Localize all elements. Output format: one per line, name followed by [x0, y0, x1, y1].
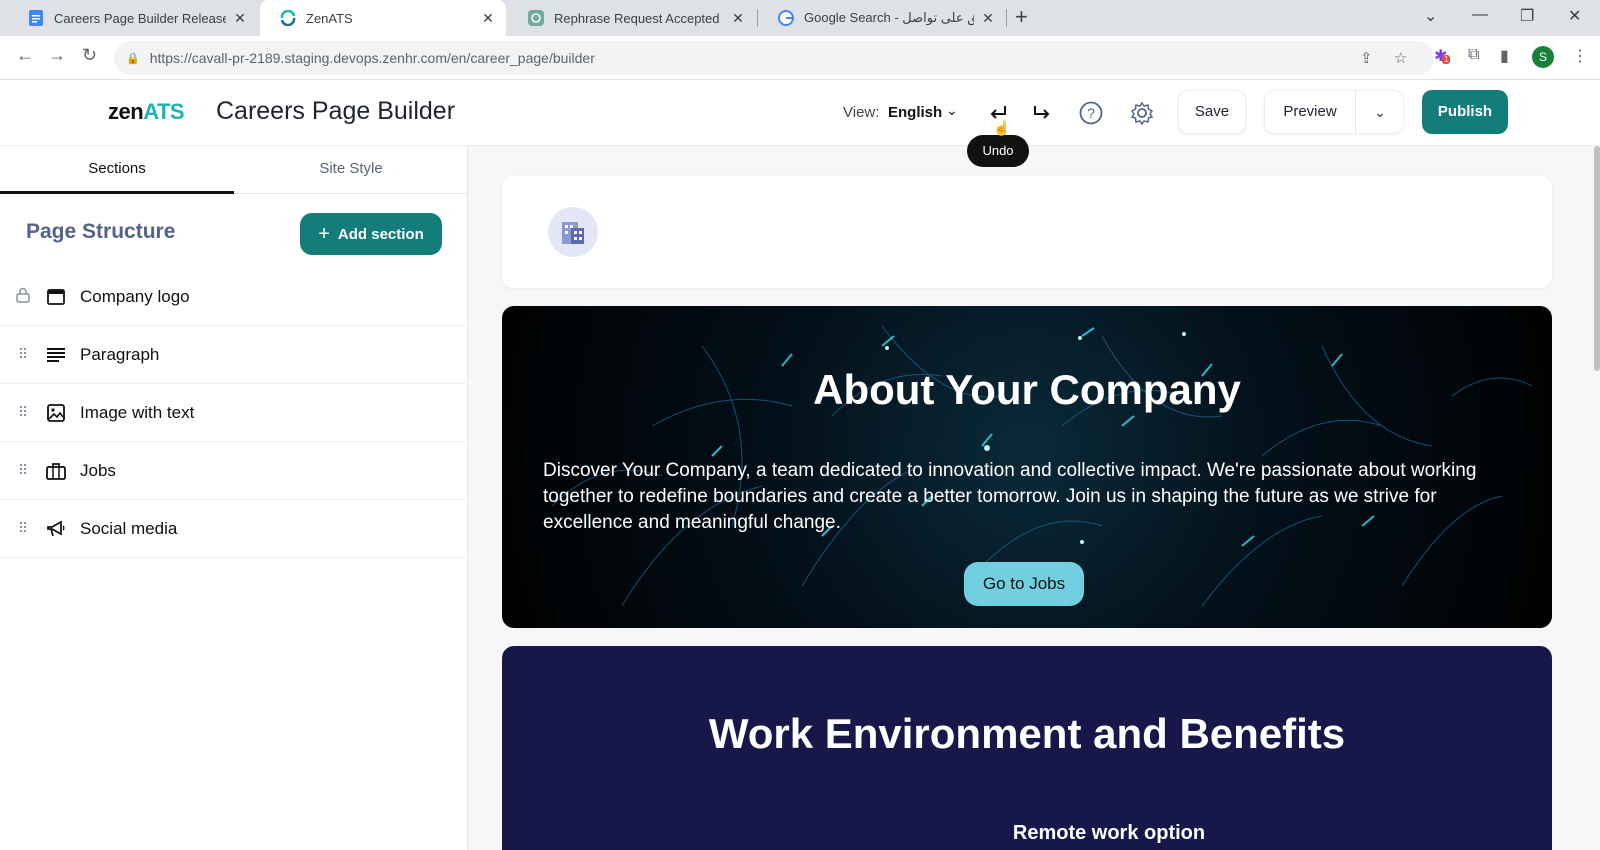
drag-handle-icon[interactable]: ⠿ — [0, 404, 46, 421]
reload-icon[interactable]: ↻ — [82, 45, 97, 66]
tab-separator — [1006, 9, 1007, 27]
go-to-jobs-button[interactable]: Go to Jobs — [964, 562, 1084, 606]
address-bar: ← → ↻ 🔒 https://cavall-pr-2189.staging.d… — [0, 36, 1600, 80]
browser-menu-icon[interactable]: ⋮ — [1572, 46, 1588, 66]
sidebar-tabs: Sections Site Style — [0, 146, 468, 194]
puzzle-extensions-icon[interactable]: ⧉ — [1468, 46, 1479, 64]
extension-icon[interactable]: ✱ 1 — [1434, 46, 1451, 66]
zenats-icon — [280, 10, 296, 26]
tab-google-search[interactable]: Google Search - لتنق على تواصل ✕ — [758, 0, 1006, 36]
canvas-scrollbar[interactable] — [1594, 146, 1600, 371]
browser-window-icon — [46, 287, 66, 307]
page-title: Careers Page Builder — [216, 97, 456, 125]
mouse-cursor-icon: ☝ — [993, 120, 1011, 136]
close-tab-icon[interactable]: ✕ — [730, 10, 746, 27]
megaphone-icon — [46, 519, 66, 539]
briefcase-icon — [46, 461, 66, 481]
about-company-section[interactable]: About Your Company Discover Your Company… — [502, 306, 1552, 628]
share-icon[interactable]: ⇪ — [1360, 49, 1373, 67]
tab-title: Google Search - لتنق على تواصل — [804, 10, 974, 25]
add-section-label: Add section — [337, 225, 424, 243]
hero-text: Discover Your Company, a team dedicated … — [543, 460, 1477, 533]
tab-title: Careers Page Builder Release No — [54, 10, 226, 26]
benefit-item-title: Remote work option — [1012, 822, 1206, 844]
tab-rephrase[interactable]: Rephrase Request Accepted ✕ — [508, 0, 756, 36]
preview-button-group: Preview ⌄ — [1264, 90, 1404, 134]
url-field[interactable]: 🔒 https://cavall-pr-2189.staging.devops.… — [114, 41, 1434, 75]
section-label: Company logo — [80, 286, 190, 306]
close-tab-icon[interactable]: ✕ — [480, 10, 496, 27]
image-icon — [46, 403, 66, 423]
company-building-icon — [548, 207, 598, 257]
bookmark-star-icon[interactable]: ☆ — [1394, 49, 1407, 67]
minimize-icon[interactable]: — — [1472, 6, 1488, 24]
drag-handle-icon[interactable]: ⠿ — [0, 346, 46, 363]
section-item-paragraph[interactable]: ⠿ Paragraph — [0, 326, 466, 384]
undo-tooltip: Undo — [967, 135, 1029, 167]
tab-search-chevron-icon[interactable]: ⌄ — [1424, 6, 1437, 26]
section-item-company-logo[interactable]: Company logo — [0, 268, 466, 326]
paragraph-lines-icon — [46, 345, 66, 365]
app-header: zenATS Careers Page Builder View: Englis… — [0, 80, 1600, 146]
section-label: Image with text — [80, 402, 195, 422]
tab-title: Rephrase Request Accepted — [554, 10, 720, 26]
section-label: Paragraph — [80, 344, 160, 364]
chatgpt-icon — [528, 10, 544, 26]
section-label: Jobs — [80, 460, 116, 480]
zenats-logo[interactable]: zenATS — [108, 99, 185, 125]
preview-dropdown-chevron-icon[interactable]: ⌄ — [1356, 91, 1404, 133]
restore-icon[interactable]: ❐ — [1520, 6, 1534, 26]
extension-badge: 1 — [1442, 55, 1451, 64]
forward-icon[interactable]: → — [48, 45, 66, 66]
section-item-jobs[interactable]: ⠿ Jobs — [0, 442, 466, 500]
google-docs-icon — [28, 10, 44, 26]
section-item-image-with-text[interactable]: ⠿ Image with text — [0, 384, 466, 442]
page-structure-title: Page Structure — [26, 220, 176, 243]
hero-title: About Your Company — [813, 366, 1241, 413]
section-item-social-media[interactable]: ⠿ Social media — [0, 500, 466, 558]
back-icon[interactable]: ← — [16, 45, 34, 66]
company-logo-section[interactable] — [502, 176, 1552, 288]
close-tab-icon[interactable]: ✕ — [980, 10, 996, 27]
lock-icon: 🔒 — [126, 52, 140, 65]
page-preview-canvas: About Your Company Discover Your Company… — [468, 146, 1600, 850]
section-label: Social media — [80, 518, 178, 538]
redo-icon[interactable] — [1026, 98, 1056, 128]
browser-tab-bar: Careers Page Builder Release No ✕ ZenATS… — [0, 0, 1600, 36]
benefits-title: Work Environment and Benefits — [708, 710, 1346, 757]
drag-handle-icon[interactable]: ⠿ — [0, 520, 46, 537]
logo-text-zen: zen — [108, 99, 144, 124]
logo-text-ats: ATS — [143, 99, 185, 124]
save-button[interactable]: Save — [1178, 90, 1246, 134]
view-language-select[interactable]: English — [888, 104, 942, 121]
plus-icon: + — [318, 222, 330, 245]
preview-button[interactable]: Preview — [1265, 91, 1355, 133]
chevron-down-icon[interactable]: ⌄ — [946, 102, 958, 119]
side-panel-icon[interactable]: ▮ — [1500, 46, 1509, 66]
publish-button[interactable]: Publish — [1422, 90, 1508, 134]
drag-handle-icon[interactable]: ⠿ — [0, 462, 46, 479]
tab-sections[interactable]: Sections — [0, 146, 234, 194]
svg-text:?: ? — [1087, 105, 1095, 121]
tab-site-style[interactable]: Site Style — [234, 146, 468, 194]
add-section-button[interactable]: + Add section — [300, 213, 442, 255]
sidebar: Sections Site Style Page Structure + Add… — [0, 146, 468, 850]
tab-zenats[interactable]: ZenATS ✕ — [260, 0, 506, 36]
url-text: https://cavall-pr-2189.staging.devops.ze… — [149, 50, 595, 66]
tab-release-notes[interactable]: Careers Page Builder Release No ✕ — [8, 0, 258, 36]
google-icon — [778, 10, 794, 26]
tab-title: ZenATS — [306, 10, 353, 26]
lock-icon — [0, 287, 46, 306]
settings-gear-icon[interactable] — [1127, 98, 1157, 128]
close-tab-icon[interactable]: ✕ — [232, 10, 248, 27]
close-window-icon[interactable]: ✕ — [1568, 6, 1581, 26]
view-label: View: — [843, 104, 880, 121]
profile-avatar[interactable]: S — [1532, 46, 1554, 68]
help-icon[interactable]: ? — [1076, 98, 1106, 128]
new-tab-icon[interactable]: + — [1015, 4, 1028, 30]
work-environment-section[interactable]: Work Environment and Benefits Remote wor… — [502, 646, 1552, 850]
